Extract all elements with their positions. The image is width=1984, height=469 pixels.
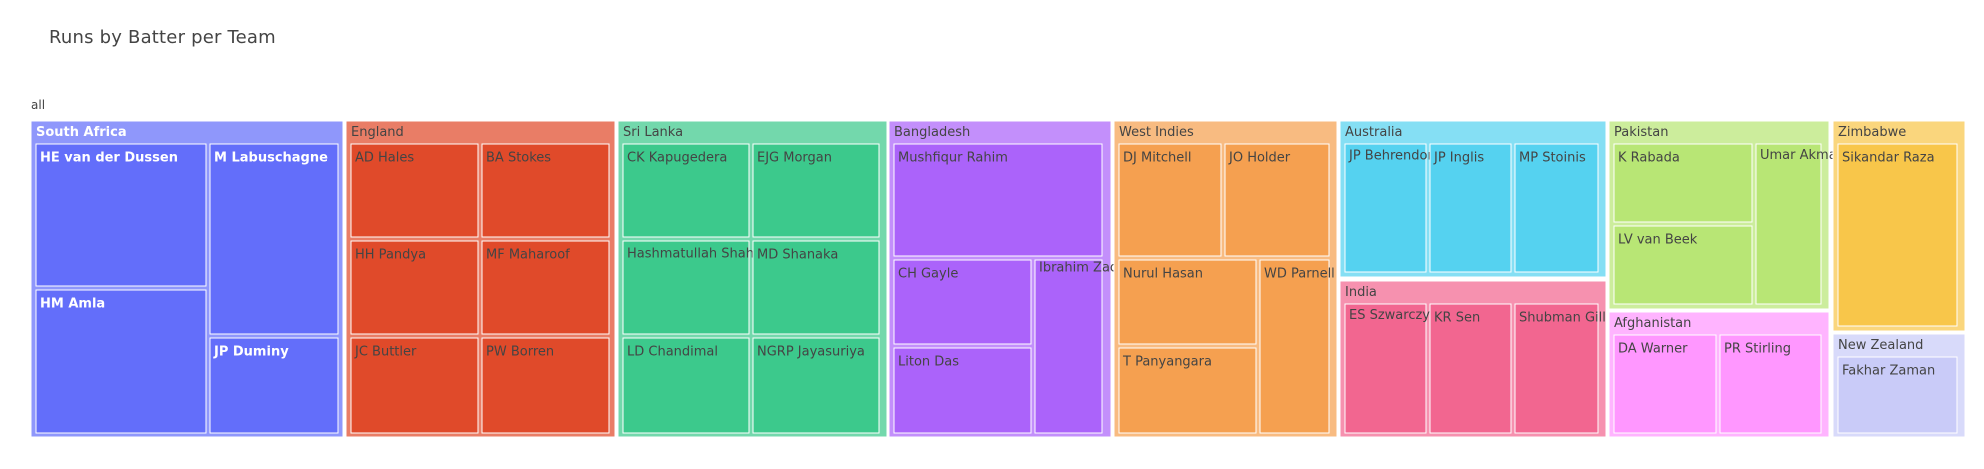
leaf-label: CH Gayle xyxy=(898,267,958,282)
leaf-mp-stoinis[interactable]: MP Stoinis xyxy=(1514,143,1599,273)
leaf-label: JO Holder xyxy=(1228,151,1291,166)
team-label: Afghanistan xyxy=(1614,316,1691,331)
team-group-australia[interactable]: Australia JP BehrendorffJP Inglis MP Stoin… xyxy=(1339,120,1607,278)
team-group-sri-lanka[interactable]: Sri Lanka CK Kapugedera EJG Morgan Hashmatu… xyxy=(617,120,888,438)
team-label: England xyxy=(351,125,404,140)
leaf-ch-gayle[interactable]: CH Gayle xyxy=(893,259,1032,345)
team-group-bangladesh[interactable]: Bangladesh Mushfiqur Rahim CH Gayle Liton D… xyxy=(888,120,1140,438)
leaf-rect[interactable] xyxy=(1259,259,1330,434)
leaf-label: DA Warner xyxy=(1618,342,1688,357)
team-group-south-africa[interactable]: South Africa HE van der Dussen M Labuschag… xyxy=(30,120,344,438)
leaf-label: CK Kapugedera xyxy=(627,151,727,166)
team-label: Sri Lanka xyxy=(623,125,683,140)
leaf-label: M Labuschagne xyxy=(214,151,328,166)
leaf-kr-sen[interactable]: KR Sen xyxy=(1429,303,1512,434)
leaf-mf-maharoof[interactable]: MF Maharoof xyxy=(481,240,610,335)
leaf-hm-amla[interactable]: HM Amla xyxy=(35,289,207,434)
leaf-pw-borren[interactable]: PW Borren xyxy=(481,337,610,434)
team-group-zimbabwe[interactable]: Zimbabwe Sikandar Raza xyxy=(1832,120,1966,332)
leaf-label: HM Amla xyxy=(40,297,105,312)
leaf-label: LV van Beek xyxy=(1618,233,1698,248)
leaf-rect[interactable] xyxy=(1034,259,1103,434)
leaf-label: Sikandar Raza xyxy=(1842,151,1935,166)
leaf-rect[interactable] xyxy=(1755,143,1822,305)
team-label: India xyxy=(1345,285,1377,300)
leaf-k-rabada[interactable]: K Rabada xyxy=(1613,143,1753,223)
leaf-ck-kapugedera[interactable]: CK Kapugedera xyxy=(622,143,750,238)
leaf-label: HE van der Dussen xyxy=(40,151,178,166)
treemap-chart: South Africa HE van der Dussen M Labuschag… xyxy=(30,120,1966,438)
leaf-label: AD Hales xyxy=(355,151,414,166)
leaf-label: DJ Mitchell xyxy=(1123,151,1192,166)
leaf-rect[interactable] xyxy=(1344,303,1427,434)
leaf-label: MF Maharoof xyxy=(486,248,570,263)
leaf-ejg-morgan[interactable]: EJG Morgan xyxy=(752,143,880,238)
leaf-ngrp-jayasuriya[interactable]: NGRP Jayasuriya xyxy=(752,337,880,434)
leaf-jp-duminy[interactable]: JP Duminy xyxy=(209,337,339,434)
team-label: Australia xyxy=(1345,125,1403,140)
leaf-wd-parnell[interactable]: WD Parnell xyxy=(1259,259,1335,434)
leaf-dj-mitchell[interactable]: DJ Mitchell xyxy=(1118,143,1222,257)
team-group-west-indies[interactable]: West Indies DJ Mitchell JO Holder Nurul Has… xyxy=(1113,120,1338,438)
team-group-afghanistan[interactable]: Afghanistan DA Warner PR Stirling xyxy=(1608,311,1830,438)
leaf-label: JP Duminy xyxy=(213,345,289,360)
team-group-new-zealand[interactable]: New Zealand Fakhar Zaman xyxy=(1832,333,1966,438)
leaf-label: PW Borren xyxy=(486,345,554,360)
team-label: Zimbabwe xyxy=(1838,125,1906,140)
leaf-label: LD Chandimal xyxy=(627,345,718,360)
leaf-label: K Rabada xyxy=(1618,151,1680,166)
team-group-india[interactable]: IndiaES SzwarczynskiKR Sen Shubman Gill xyxy=(1339,280,1607,438)
team-label: New Zealand xyxy=(1838,338,1923,353)
leaf-mushfiqur-rahim[interactable]: Mushfiqur Rahim xyxy=(893,143,1103,257)
team-group-england[interactable]: England AD Hales BA Stokes HH Pandya MF Maha… xyxy=(345,120,616,438)
leaf-label: BA Stokes xyxy=(486,151,551,166)
leaf-label: Mushfiqur Rahim xyxy=(898,151,1008,166)
leaf-label: Liton Das xyxy=(898,355,959,370)
leaf-pr-stirling[interactable]: PR Stirling xyxy=(1719,334,1822,434)
leaf-label: Shubman Gill xyxy=(1519,311,1606,326)
leaf-md-shanaka[interactable]: MD Shanaka xyxy=(752,240,880,335)
leaf-label: EJG Morgan xyxy=(757,151,832,166)
leaf-sikandar-raza[interactable]: Sikandar Raza xyxy=(1837,143,1958,327)
team-label: Pakistan xyxy=(1614,125,1668,140)
leaf-da-warner[interactable]: DA Warner xyxy=(1613,334,1717,434)
leaf-jo-holder[interactable]: JO Holder xyxy=(1224,143,1330,257)
leaf-label: MP Stoinis xyxy=(1519,151,1586,166)
leaf-label: T Panyangara xyxy=(1122,355,1212,370)
leaf-label: Hashmatullah Shahidi xyxy=(627,246,769,261)
leaf-m-labuschagne[interactable]: M Labuschagne xyxy=(209,143,339,335)
leaf-he-van-der-dussen[interactable]: HE van der Dussen xyxy=(35,143,207,287)
leaf-label: KR Sen xyxy=(1434,311,1480,326)
leaf-label: JC Buttler xyxy=(354,345,417,360)
leaf-fakhar-zaman[interactable]: Fakhar Zaman xyxy=(1837,356,1958,434)
leaf-lv-van-beek[interactable]: LV van Beek xyxy=(1613,225,1753,305)
leaf-label: JP Inglis xyxy=(1433,151,1484,166)
leaf-nurul-hasan[interactable]: Nurul Hasan xyxy=(1118,259,1257,345)
team-label: Bangladesh xyxy=(894,125,970,140)
leaf-jp-inglis[interactable]: JP Inglis xyxy=(1429,143,1512,273)
leaf-label: HH Pandya xyxy=(355,248,426,263)
leaf-rect[interactable] xyxy=(1837,143,1958,327)
leaf-label: NGRP Jayasuriya xyxy=(757,345,865,360)
leaf-label: JP Behrendorff xyxy=(1348,148,1443,163)
leaf-t-panyangara[interactable]: T Panyangara xyxy=(1118,347,1257,434)
leaf-label: MD Shanaka xyxy=(757,248,838,263)
leaf-label: WD Parnell xyxy=(1264,267,1335,282)
leaf-hh-pandya[interactable]: HH Pandya xyxy=(350,240,479,335)
leaf-hashmatullah-shahidi[interactable]: Hashmatullah Shahidi xyxy=(622,240,769,335)
team-label: South Africa xyxy=(36,125,127,140)
leaf-rect[interactable] xyxy=(209,143,339,335)
leaf-label: Fakhar Zaman xyxy=(1842,364,1935,379)
leaf-label: PR Stirling xyxy=(1724,342,1791,357)
leaf-jc-buttler[interactable]: JC Buttler xyxy=(350,337,479,434)
leaf-label: Umar Akmal xyxy=(1760,148,1840,163)
leaf-label: Nurul Hasan xyxy=(1123,267,1203,282)
leaf-ad-hales[interactable]: AD Hales xyxy=(350,143,479,238)
leaf-shubman-gill[interactable]: Shubman Gill xyxy=(1514,303,1606,434)
leaf-ld-chandimal[interactable]: LD Chandimal xyxy=(622,337,750,434)
leaf-ba-stokes[interactable]: BA Stokes xyxy=(481,143,610,238)
team-label: West Indies xyxy=(1119,125,1194,140)
leaf-liton-das[interactable]: Liton Das xyxy=(893,347,1032,434)
team-group-pakistan[interactable]: Pakistan K Rabada Umar Akmal LV van Beek xyxy=(1608,120,1840,310)
